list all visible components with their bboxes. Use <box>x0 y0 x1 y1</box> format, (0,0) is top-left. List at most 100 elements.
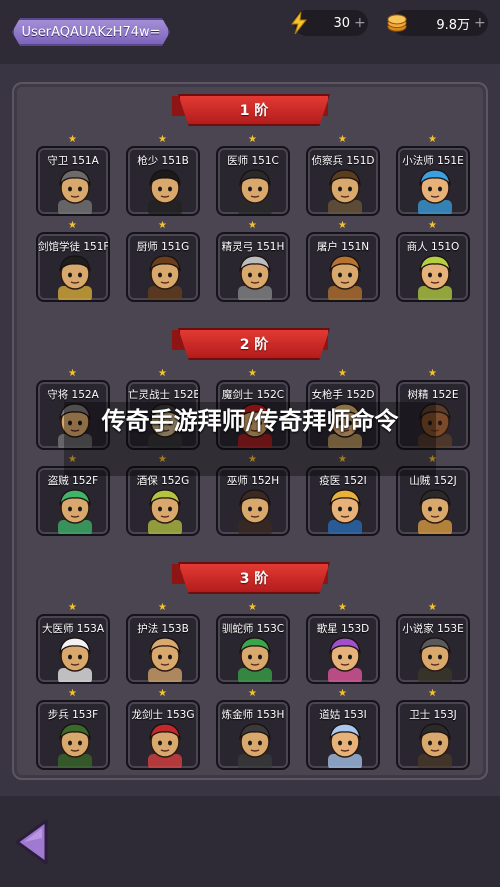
tier-banner: 1 阶 <box>178 94 330 126</box>
username-badge[interactable]: UserAQAUAKzH74w= <box>12 18 170 46</box>
energy-counter[interactable]: 30 + <box>291 10 368 36</box>
tier-label: 3 阶 <box>239 571 269 587</box>
rank-star-icon: ★ <box>338 602 347 613</box>
character-card[interactable]: 巫师 152H <box>216 466 290 536</box>
character-card[interactable]: 驯蛇师 153C <box>216 614 290 684</box>
character-name: 枪少 151B <box>137 155 189 167</box>
gold-coins-icon <box>386 12 408 34</box>
character-name: 魔剑士 152C <box>221 389 285 401</box>
rank-star-icon: ★ <box>428 368 437 379</box>
character-card[interactable]: 枪少 151B <box>126 146 200 216</box>
character-portrait <box>328 255 362 300</box>
tier-banner: 3 阶 <box>178 562 330 594</box>
character-name: 屠户 151N <box>316 241 370 253</box>
back-button[interactable] <box>12 818 52 866</box>
character-card[interactable]: 炼金师 153H <box>216 700 290 770</box>
rank-star-icon: ★ <box>68 368 77 379</box>
character-card[interactable]: 卫士 153J <box>396 700 470 770</box>
rank-star-icon: ★ <box>68 688 77 699</box>
character-portrait <box>418 637 452 682</box>
character-portrait <box>328 169 362 214</box>
character-card[interactable]: 厨师 151G <box>126 232 200 302</box>
rank-star-icon: ★ <box>248 688 257 699</box>
character-portrait <box>148 255 182 300</box>
character-portrait <box>58 489 92 534</box>
character-name: 精灵弓 151H <box>221 241 285 253</box>
character-name: 山贼 152J <box>409 475 457 487</box>
character-portrait <box>148 723 182 768</box>
rank-star-icon: ★ <box>338 134 347 145</box>
character-card[interactable]: 酒保 152G <box>126 466 200 536</box>
character-portrait <box>238 723 272 768</box>
gold-counter[interactable]: 9.8万 + <box>387 10 488 36</box>
character-card[interactable]: 侦察兵 151D <box>306 146 380 216</box>
character-name: 炼金师 153H <box>221 709 285 721</box>
rank-star-icon: ★ <box>158 134 167 145</box>
character-portrait <box>238 489 272 534</box>
character-card[interactable]: 守卫 151A <box>36 146 110 216</box>
character-portrait <box>418 169 452 214</box>
character-portrait <box>328 723 362 768</box>
rank-star-icon: ★ <box>68 602 77 613</box>
rank-star-icon: ★ <box>158 220 167 231</box>
character-name: 小说家 153E <box>402 623 464 635</box>
rank-star-icon: ★ <box>428 134 437 145</box>
character-name: 剑馆学徒 151F <box>38 241 110 253</box>
character-card[interactable]: 护法 153B <box>126 614 200 684</box>
character-name: 护法 153B <box>137 623 189 635</box>
character-name: 医师 151C <box>227 155 279 167</box>
character-card[interactable]: 医师 151C <box>216 146 290 216</box>
character-portrait <box>328 637 362 682</box>
character-card[interactable]: 小法师 151E <box>396 146 470 216</box>
character-card[interactable]: 歌星 153D <box>306 614 380 684</box>
character-portrait <box>418 723 452 768</box>
character-name: 大医师 153A <box>41 623 105 635</box>
rank-star-icon: ★ <box>158 688 167 699</box>
bottom-bar <box>0 796 500 887</box>
rank-star-icon: ★ <box>428 688 437 699</box>
gold-value: 9.8万 <box>436 17 470 33</box>
character-card[interactable]: 小说家 153E <box>396 614 470 684</box>
character-card[interactable]: 盗贼 152F <box>36 466 110 536</box>
gold-plus-icon[interactable]: + <box>474 15 488 31</box>
character-portrait <box>418 489 452 534</box>
character-card[interactable]: 大医师 153A <box>36 614 110 684</box>
character-card[interactable]: 龙剑士 153G <box>126 700 200 770</box>
rank-star-icon: ★ <box>68 134 77 145</box>
character-name: 厨师 151G <box>136 241 190 253</box>
character-card[interactable]: 疫医 152I <box>306 466 380 536</box>
character-card[interactable]: 剑馆学徒 151F <box>36 232 110 302</box>
character-name: 步兵 153F <box>47 709 99 721</box>
character-card[interactable]: 精灵弓 151H <box>216 232 290 302</box>
rank-star-icon: ★ <box>338 688 347 699</box>
lightning-icon <box>288 12 310 34</box>
character-card[interactable]: 商人 151O <box>396 232 470 302</box>
energy-value: 30 <box>333 15 350 31</box>
character-card[interactable]: 屠户 151N <box>306 232 380 302</box>
character-name: 驯蛇师 153C <box>221 623 285 635</box>
character-name: 树精 152E <box>407 389 459 401</box>
character-portrait <box>58 169 92 214</box>
energy-plus-icon[interactable]: + <box>354 15 368 31</box>
rank-star-icon: ★ <box>158 368 167 379</box>
character-portrait <box>58 637 92 682</box>
character-portrait <box>418 255 452 300</box>
rank-star-icon: ★ <box>428 220 437 231</box>
character-name: 守卫 151A <box>47 155 99 167</box>
character-card[interactable]: 山贼 152J <box>396 466 470 536</box>
character-name: 酒保 152G <box>136 475 190 487</box>
rank-star-icon: ★ <box>158 602 167 613</box>
character-name: 小法师 151E <box>402 155 464 167</box>
character-name: 侦察兵 151D <box>311 155 375 167</box>
character-portrait <box>238 169 272 214</box>
character-name: 商人 151O <box>406 241 460 253</box>
character-card[interactable]: 道姑 153I <box>306 700 380 770</box>
character-portrait <box>328 489 362 534</box>
character-portrait <box>58 723 92 768</box>
rank-star-icon: ★ <box>248 368 257 379</box>
character-portrait <box>148 637 182 682</box>
character-card[interactable]: 步兵 153F <box>36 700 110 770</box>
rank-star-icon: ★ <box>428 602 437 613</box>
rank-star-icon: ★ <box>68 220 77 231</box>
character-name: 女枪手 152D <box>311 389 375 401</box>
